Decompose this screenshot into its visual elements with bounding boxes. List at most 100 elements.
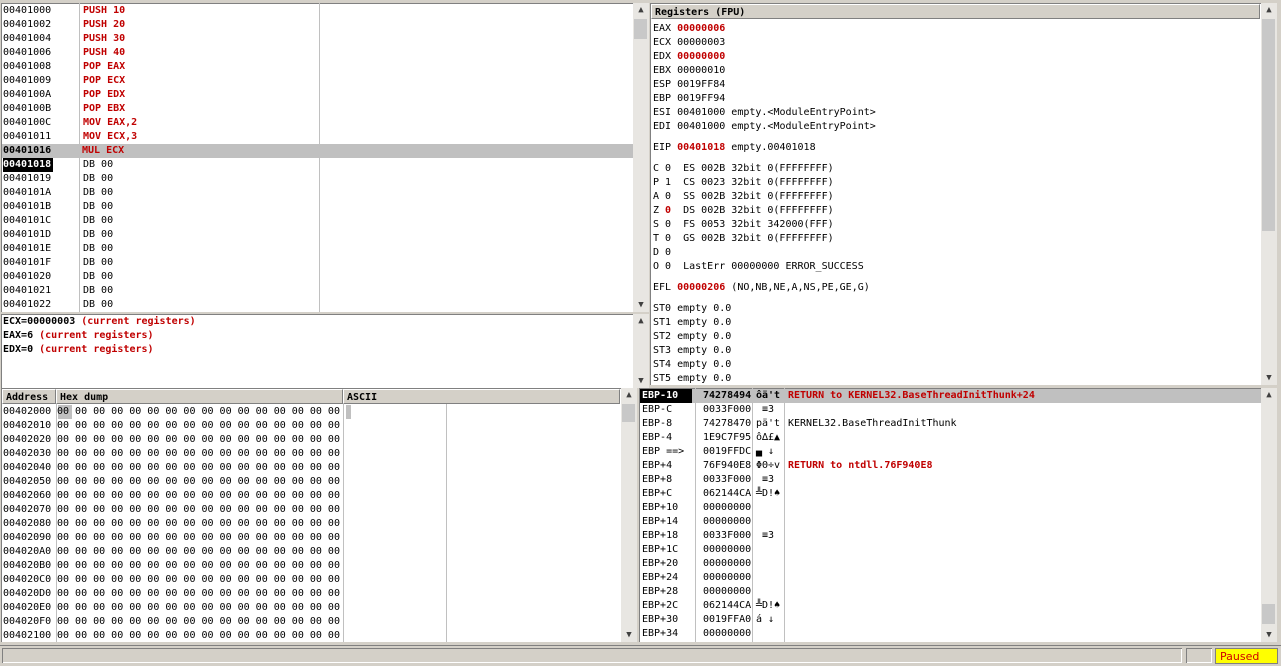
- disasm-row[interactable]: 00401009 POP ECX: [3, 74, 633, 88]
- scrollbar-thumb[interactable]: [1262, 19, 1275, 231]
- dump-row[interactable]: 00402050 00 00 00 00 00 00 00 00 00 00 00…: [3, 475, 340, 489]
- scroll-down-arrow-icon[interactable]: ▼: [1261, 628, 1277, 642]
- dump-row[interactable]: 00402090 00 00 00 00 00 00 00 00 00 00 00…: [3, 531, 340, 545]
- disasm-row[interactable]: 00401016 MUL ECX: [2, 144, 633, 158]
- status-message-field: [2, 648, 1182, 663]
- scroll-up-arrow-icon[interactable]: ▲: [633, 3, 649, 17]
- scroll-up-arrow-icon[interactable]: ▲: [621, 388, 637, 402]
- dump-row[interactable]: 00402040 00 00 00 00 00 00 00 00 00 00 00…: [3, 461, 340, 475]
- dump-row[interactable]: 004020E0 00 00 00 00 00 00 00 00 00 00 00…: [3, 601, 340, 615]
- register-line: T 0 GS 002B 32bit 0(FFFFFFFF): [653, 233, 834, 244]
- register-comment: empty.<ModuleEntryPoint>: [731, 121, 876, 132]
- dump-row[interactable]: 00402070 00 00 00 00 00 00 00 00 00 00 00…: [3, 503, 340, 517]
- scroll-up-arrow-icon[interactable]: ▲: [1261, 388, 1277, 402]
- disasm-row[interactable]: 0040100A POP EDX: [3, 88, 633, 102]
- register-line: P 1 CS 0023 32bit 0(FFFFFFFF): [653, 177, 834, 188]
- dump-scrollbar[interactable]: ▲ ▼: [621, 388, 637, 642]
- registers-pane[interactable]: Registers (FPU) EAX 00000006 ECX 0000000…: [650, 3, 1261, 385]
- scrollbar-thumb[interactable]: [1262, 604, 1275, 624]
- stack-pane[interactable]: EBP-10 74278494 ôä't RETURN to KERNEL32.Bas…: [639, 388, 1261, 642]
- disasm-row[interactable]: 0040100B POP EBX: [3, 102, 633, 116]
- scroll-down-arrow-icon[interactable]: ▼: [621, 628, 637, 642]
- stack-row[interactable]: EBP+24 00000000: [640, 571, 1261, 585]
- stack-row[interactable]: EBP+18 0033F000 ≡3: [640, 529, 1261, 543]
- register-gap: [653, 155, 876, 162]
- stack-row[interactable]: EBP+14 00000000: [640, 515, 1261, 529]
- scroll-down-arrow-icon[interactable]: ▼: [633, 374, 649, 388]
- disasm-row[interactable]: 0040100C MOV EAX,2: [3, 116, 633, 130]
- dump-row[interactable]: 00402060 00 00 00 00 00 00 00 00 00 00 00…: [3, 489, 340, 503]
- stack-offset: EBP-C: [642, 404, 673, 415]
- stack-row[interactable]: EBP-C 0033F000 ≡3: [640, 403, 1261, 417]
- dump-address: 00402040: [3, 462, 52, 473]
- dump-row[interactable]: 004020D0 00 00 00 00 00 00 00 00 00 00 00…: [3, 587, 340, 601]
- disasm-row[interactable]: 0040101D DB 00: [3, 228, 633, 242]
- disasm-row[interactable]: 00401011 MOV ECX,3: [3, 130, 633, 144]
- disasm-row[interactable]: 00401021 DB 00: [3, 284, 633, 298]
- scrollbar-thumb[interactable]: [634, 19, 647, 39]
- stack-row[interactable]: EBP+8 0033F000 ≡3: [640, 473, 1261, 487]
- disasm-row[interactable]: 00401000 PUSH 10: [3, 4, 633, 18]
- stack-row[interactable]: EBP+4 76F940E8 ΦΘ÷v RETURN to ntdll.76F940E…: [640, 459, 1261, 473]
- stack-scrollbar[interactable]: ▲ ▼: [1261, 388, 1277, 642]
- stack-row[interactable]: EBP+34 00000000: [640, 627, 1261, 641]
- stack-row[interactable]: EBP+1C 00000000: [640, 543, 1261, 557]
- stack-row[interactable]: EBP+20 00000000: [640, 557, 1261, 571]
- dump-row[interactable]: 00402030 00 00 00 00 00 00 00 00 00 00 00…: [3, 447, 340, 461]
- disasm-row[interactable]: 00401018 DB 00: [3, 158, 633, 172]
- disasm-row[interactable]: 00401008 POP EAX: [3, 60, 633, 74]
- info-pane[interactable]: ECX=00000003 (current registers) EAX=6 (c…: [1, 314, 633, 388]
- dump-header-address[interactable]: Address: [2, 389, 56, 404]
- dump-row[interactable]: 004020A0 00 00 00 00 00 00 00 00 00 00 00…: [3, 545, 340, 559]
- registers-scrollbar[interactable]: ▲ ▼: [1261, 3, 1277, 385]
- disasm-row[interactable]: 00401002 PUSH 20: [3, 18, 633, 32]
- scroll-up-arrow-icon[interactable]: ▲: [1261, 3, 1277, 17]
- scroll-down-arrow-icon[interactable]: ▼: [633, 298, 649, 312]
- stack-row[interactable]: EBP-8 74278470 pä't KERNEL32.BaseThreadInit…: [640, 417, 1261, 431]
- disasm-address: 0040100A: [3, 89, 52, 100]
- disasm-address: 0040101D: [3, 229, 52, 240]
- disasm-row[interactable]: 0040101C DB 00: [3, 214, 633, 228]
- disasm-row[interactable]: 0040101E DB 00: [3, 242, 633, 256]
- disassembly-scrollbar[interactable]: ▲ ▼: [633, 3, 649, 312]
- stack-row[interactable]: EBP+30 0019FFA0 á ↓: [640, 613, 1261, 627]
- info-rows: ECX=00000003 (current registers) EAX=6 (c…: [3, 315, 196, 357]
- dump-header-hex[interactable]: Hex dump: [56, 389, 343, 404]
- scrollbar-thumb[interactable]: [622, 404, 635, 422]
- disasm-address: 0040101A: [3, 187, 52, 198]
- stack-row[interactable]: EBP+C 062144CA ╩D!♠: [640, 487, 1261, 501]
- stack-row[interactable]: EBP+10 00000000: [640, 501, 1261, 515]
- dump-row[interactable]: 004020C0 00 00 00 00 00 00 00 00 00 00 00…: [3, 573, 340, 587]
- stack-row[interactable]: EBP+2C 062144CA ╩D!♠: [640, 599, 1261, 613]
- registers-title[interactable]: Registers (FPU): [651, 4, 1260, 19]
- disasm-row[interactable]: 0040101B DB 00: [3, 200, 633, 214]
- info-scrollbar[interactable]: ▲ ▼: [633, 314, 649, 388]
- stack-row[interactable]: EBP ==> 0019FFDC ▄ ↓: [640, 445, 1261, 459]
- scroll-down-arrow-icon[interactable]: ▼: [1261, 371, 1277, 385]
- stack-row[interactable]: EBP-4 1E9C7F95 ô∆£▲: [640, 431, 1261, 445]
- dump-row[interactable]: 00402020 00 00 00 00 00 00 00 00 00 00 00…: [3, 433, 340, 447]
- stack-comment: KERNEL32.BaseThreadInitThunk: [788, 418, 957, 429]
- disasm-row[interactable]: 00401006 PUSH 40: [3, 46, 633, 60]
- disasm-instruction: MOV EAX,2: [83, 117, 138, 128]
- dump-row[interactable]: 004020F0 00 00 00 00 00 00 00 00 00 00 00…: [3, 615, 340, 629]
- disasm-row[interactable]: 00401019 DB 00: [3, 172, 633, 186]
- disasm-address: 00401002: [3, 19, 52, 30]
- dump-row[interactable]: 004020B0 00 00 00 00 00 00 00 00 00 00 00…: [3, 559, 340, 573]
- scroll-up-arrow-icon[interactable]: ▲: [633, 314, 649, 328]
- disasm-row[interactable]: 0040101A DB 00: [3, 186, 633, 200]
- disasm-row[interactable]: 00401022 DB 00: [3, 298, 633, 312]
- dump-header-ascii[interactable]: ASCII: [343, 389, 620, 404]
- stack-row[interactable]: EBP+28 00000000: [640, 585, 1261, 599]
- dump-row[interactable]: 00402080 00 00 00 00 00 00 00 00 00 00 00…: [3, 517, 340, 531]
- disasm-row[interactable]: 00401020 DB 00: [3, 270, 633, 284]
- dump-row[interactable]: 00402010 00 00 00 00 00 00 00 00 00 00 00…: [3, 419, 340, 433]
- dump-pane[interactable]: Address Hex dump ASCII 00402000 00 00 00 …: [1, 388, 621, 642]
- dump-row[interactable]: 00402000 00 00 00 00 00 00 00 00 00 00 00…: [3, 405, 351, 419]
- disassembly-pane[interactable]: 00401000 PUSH 10 00401002 PUSH 20 00401004 PU…: [1, 3, 633, 312]
- disasm-row[interactable]: 00401004 PUSH 30: [3, 32, 633, 46]
- dump-row[interactable]: 00402100 00 00 00 00 00 00 00 00 00 00 00…: [3, 629, 340, 642]
- stack-row[interactable]: EBP-10 74278494 ôä't RETURN to KERNEL32.Bas…: [640, 389, 1261, 403]
- stack-offset: EBP-4: [642, 432, 673, 443]
- disasm-row[interactable]: 0040101F DB 00: [3, 256, 633, 270]
